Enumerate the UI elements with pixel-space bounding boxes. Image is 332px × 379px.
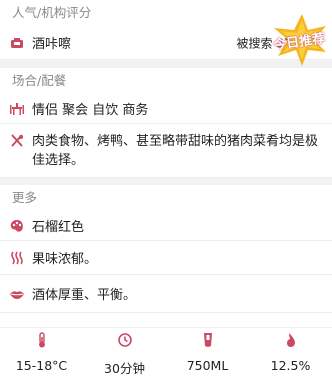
- scene-text: 情侣 聚会 自饮 商务: [32, 103, 149, 118]
- body-text: 酒体厚重、平衡。: [32, 288, 137, 303]
- body-row: 酒体厚重、平衡。: [0, 275, 332, 313]
- decant-time: 30分钟: [83, 328, 166, 379]
- food-pairing-text: 肉类食物、烤鸭、甚至略带甜味的猪肉菜肴均是极佳选择。: [32, 134, 319, 168]
- lips-icon: [10, 287, 24, 301]
- drop-icon: [249, 332, 332, 348]
- food-pairing-row: 肉类食物、烤鸭、甚至略带甜味的猪肉菜肴均是极佳选择。: [0, 124, 332, 178]
- wine-name: 酒咔嚓: [32, 37, 72, 52]
- clock-icon: [83, 332, 166, 348]
- alcohol-value: 12.5%: [270, 358, 311, 373]
- decant-time-value: 30分钟: [104, 361, 145, 376]
- wine-stats-bar: 15-18°C 30分钟 750ML 12.5%: [0, 327, 332, 379]
- aroma-row: 果味浓郁。: [0, 241, 332, 275]
- temperature-value: 15-18°C: [15, 358, 68, 373]
- dining-table-icon: [10, 102, 24, 116]
- fork-knife-icon: [10, 134, 24, 148]
- aroma-text: 果味浓郁。: [32, 252, 98, 267]
- wine-name-row: 酒咔嚓 被搜索 3次 今日推荐: [0, 14, 332, 66]
- serving-temperature: 15-18°C: [0, 328, 83, 379]
- wine-bottle-icon: [10, 36, 24, 50]
- wine-detail-page: 人气/机构评分 酒咔嚓 被搜索 3次 今日推荐 场合/配餐 情侣 聚会 自饮 商…: [0, 0, 332, 379]
- glass-icon: [166, 332, 249, 348]
- more-section-title: 更多: [0, 185, 332, 211]
- aroma-waves-icon: [10, 251, 24, 265]
- volume-value: 750ML: [186, 358, 229, 373]
- bottle-volume: 750ML: [166, 328, 249, 379]
- alcohol-content: 12.5%: [249, 328, 332, 379]
- color-row: 石榴红色: [0, 211, 332, 241]
- color-text: 石榴红色: [32, 220, 85, 235]
- recommend-badge: 今日推荐: [268, 12, 330, 68]
- thermometer-icon: [0, 332, 83, 348]
- palette-icon: [10, 219, 24, 233]
- scene-row: 情侣 聚会 自饮 商务: [0, 94, 332, 124]
- occasion-section-title: 场合/配餐: [0, 68, 332, 94]
- section-divider: [0, 178, 332, 185]
